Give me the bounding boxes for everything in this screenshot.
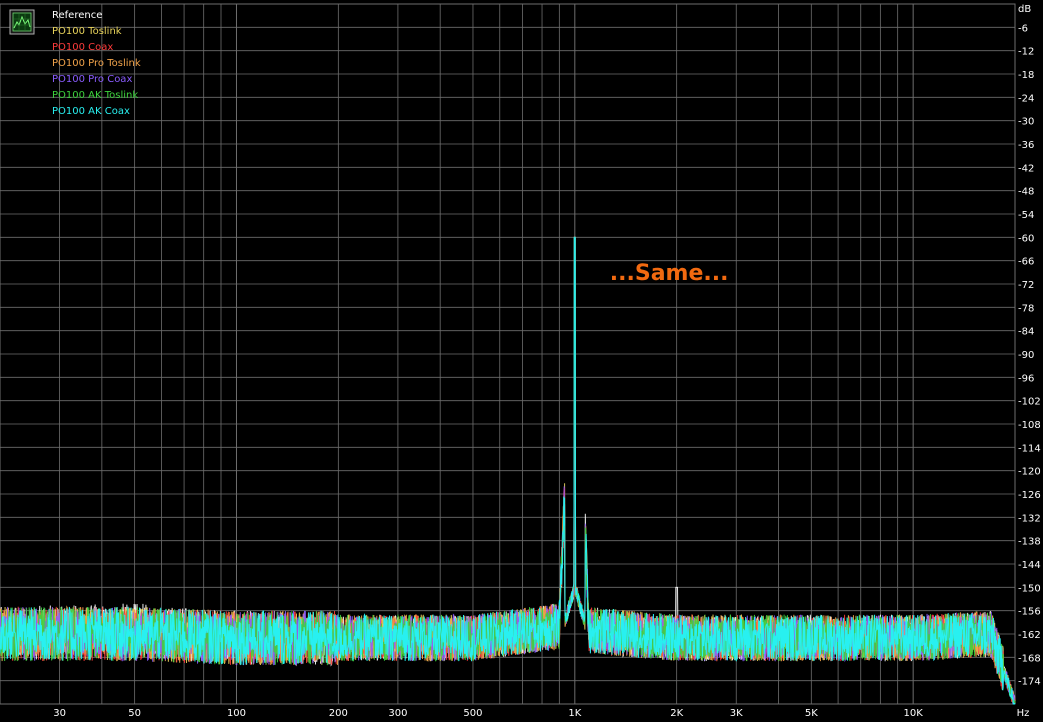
spectrum-chart: -6 -12 -18 -24 -30 -36 -42 -48 -54 -60 -66 -72 -78 -8… [0, 3, 1041, 719]
x-tick-label: 2K [670, 708, 683, 719]
y-tick-label: -144 [1018, 560, 1041, 571]
y-tick-label: -84 [1018, 327, 1034, 338]
y-tick-label: -138 [1018, 537, 1041, 548]
legend-entry: PO100 Pro Toslink [52, 58, 141, 69]
y-tick-label: -126 [1018, 490, 1041, 501]
x-tick-label: 3K [730, 708, 743, 719]
y-tick-label: -36 [1018, 140, 1034, 151]
x-tick-label: 5K [805, 708, 818, 719]
y-unit-label: dB [1018, 4, 1031, 15]
y-tick-label: -30 [1018, 117, 1034, 128]
x-tick-label: 300 [388, 708, 407, 719]
y-tick-label: -42 [1018, 163, 1034, 174]
y-tick-label: -102 [1018, 397, 1041, 408]
x-tick-label: 100 [227, 708, 246, 719]
x-unit-label: Hz [1017, 708, 1030, 719]
legend-entry: PO100 Toslink [52, 26, 122, 37]
y-tick-label: -6 [1018, 23, 1028, 34]
legend-entry: Reference [52, 10, 102, 21]
y-tick-label: -150 [1018, 583, 1041, 594]
y-tick-label: -108 [1018, 420, 1041, 431]
y-tick-label: -156 [1018, 607, 1041, 618]
y-tick-label: -54 [1018, 210, 1034, 221]
y-tick-label: -60 [1018, 233, 1034, 244]
y-tick-label: -114 [1018, 443, 1041, 454]
legend-entry: PO100 Pro Coax [52, 74, 132, 85]
legend-entry: PO100 AK Coax [52, 106, 130, 117]
y-tick-label: -66 [1018, 257, 1034, 268]
x-tick-label: 200 [329, 708, 348, 719]
y-tick-label: -90 [1018, 350, 1034, 361]
y-tick-label: -174 [1018, 677, 1041, 688]
y-tick-label: -18 [1018, 70, 1034, 81]
y-tick-label: -24 [1018, 93, 1034, 104]
x-tick-label: 50 [128, 708, 141, 719]
x-tick-label: 1K [568, 708, 581, 719]
y-tick-label: -12 [1018, 47, 1034, 58]
y-tick-label: -168 [1018, 653, 1041, 664]
legend-entry: PO100 Coax [52, 42, 113, 53]
x-tick-label: 30 [53, 708, 66, 719]
y-tick-label: -78 [1018, 303, 1034, 314]
grid [0, 3, 1016, 705]
y-tick-label: -48 [1018, 187, 1034, 198]
x-tick-label: 10K [904, 708, 924, 719]
y-tick-label: -72 [1018, 280, 1034, 291]
annotations: ...Same... [610, 261, 729, 286]
legend-entry: PO100 AK Toslink [52, 90, 138, 101]
y-tick-label: -162 [1018, 630, 1041, 641]
y-tick-label: -120 [1018, 467, 1041, 478]
annotation-label: ...Same... [610, 261, 729, 286]
chart-icon[interactable] [9, 9, 35, 35]
y-tick-label: -132 [1018, 513, 1041, 524]
y-tick-label: -96 [1018, 373, 1034, 384]
x-tick-label: 500 [463, 708, 482, 719]
